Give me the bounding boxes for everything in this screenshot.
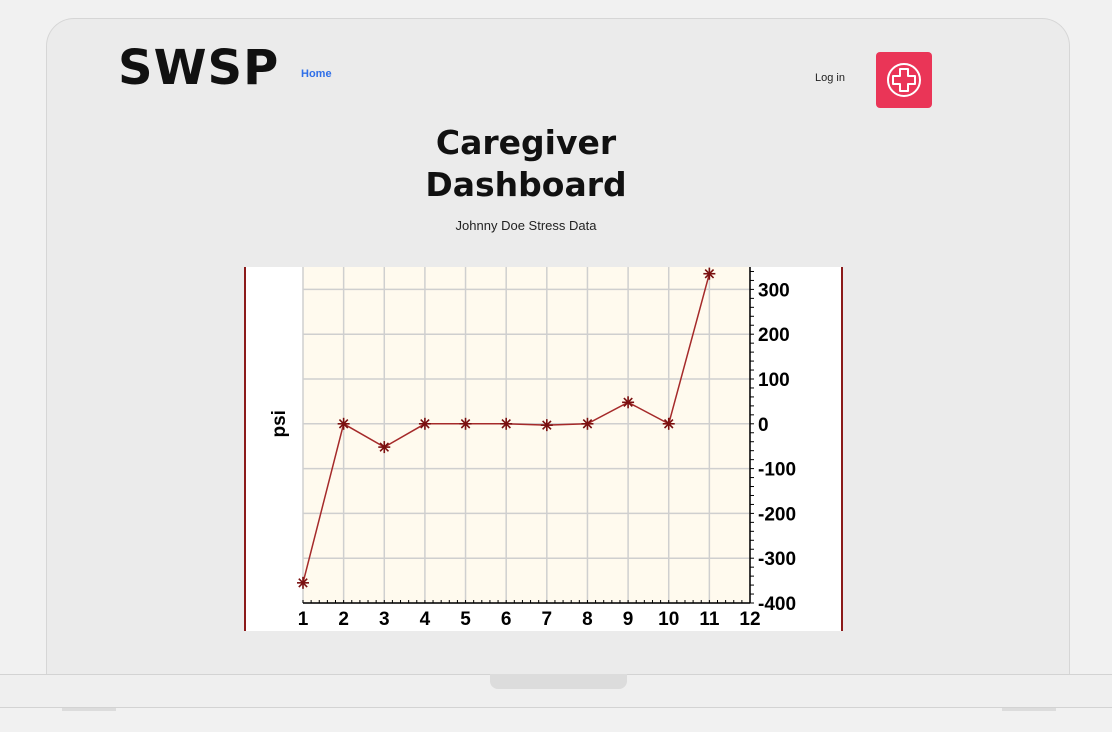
laptop-foot-left	[62, 708, 116, 711]
y-axis-label: psi	[269, 410, 290, 437]
y-tick-label: 200	[758, 325, 790, 346]
y-tick-label: -100	[758, 460, 796, 481]
x-tick-label: 9	[623, 609, 634, 630]
y-tick-label: 100	[758, 370, 790, 391]
y-tick-label: -200	[758, 504, 796, 525]
nav-home-link[interactable]: Home	[301, 68, 332, 80]
x-tick-label: 3	[379, 609, 390, 630]
x-tick-label: 7	[542, 609, 553, 630]
y-tick-label: 300	[758, 280, 790, 301]
laptop-foot-right	[1002, 708, 1056, 711]
x-tick-label: 2	[338, 609, 349, 630]
x-tick-label: 10	[658, 609, 679, 630]
x-tick-label: 4	[420, 609, 431, 630]
y-tick-label: 0	[758, 415, 769, 436]
x-tick-label: 11	[699, 609, 720, 630]
login-link[interactable]: Log in	[815, 72, 845, 84]
y-tick-label: -300	[758, 549, 796, 570]
x-tick-label: 8	[582, 609, 593, 630]
laptop-notch	[490, 674, 627, 689]
medical-cross-icon	[887, 63, 921, 97]
stress-chart-svg: 1 2 3 4 5 6 7 8 9 10 11 123002001000-100-200-300-40…	[244, 267, 843, 631]
plot-area	[303, 267, 750, 603]
medical-cross-button[interactable]	[876, 52, 932, 108]
page-title: Caregiver Dashboard	[425, 123, 627, 204]
x-tick-label: 5	[460, 609, 471, 630]
y-tick-label: -400	[758, 594, 796, 615]
x-tick-label: 1	[298, 609, 309, 630]
page-subtitle: Johnny Doe Stress Data	[455, 218, 597, 233]
site-logo[interactable]: SWSP	[118, 40, 279, 96]
chart-right-border	[841, 267, 843, 631]
stress-chart: 1 2 3 4 5 6 7 8 9 10 11 12 300 200 100 0 -100 -200 -300 -40…	[244, 267, 843, 631]
x-tick-label: 6	[501, 609, 512, 630]
chart-left-border	[244, 267, 246, 631]
